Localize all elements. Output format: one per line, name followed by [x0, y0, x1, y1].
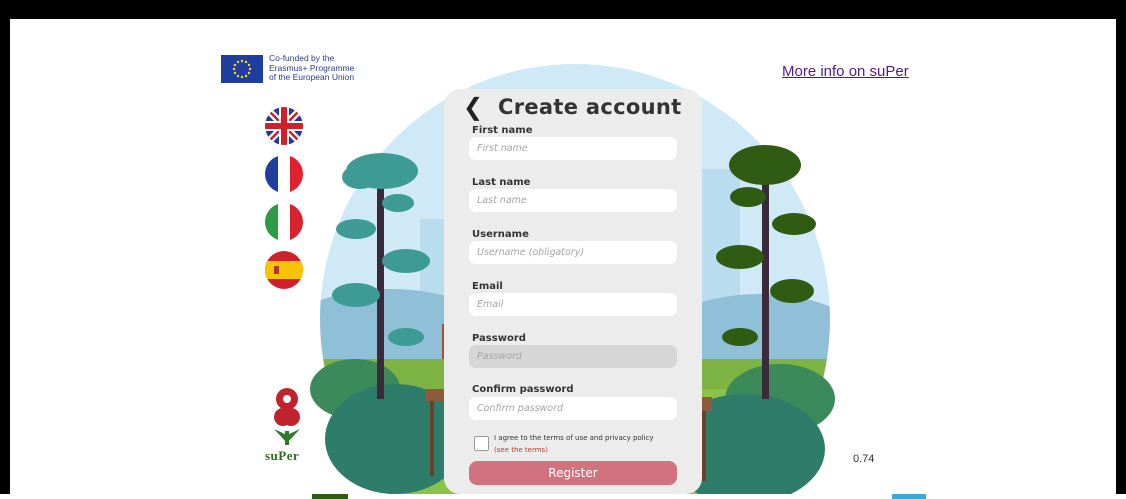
username-label: Username [472, 229, 529, 240]
password-label: Password [472, 333, 526, 344]
create-account-panel: ❮ Create account First name Last name Us… [444, 89, 702, 494]
bottom-strip [0, 494, 1126, 499]
eu-flag-icon [221, 55, 263, 83]
password-input[interactable] [469, 345, 677, 368]
bottom-block-fragment [892, 494, 926, 499]
app-stage: Co-funded by the Erasmus+ Programme of t… [10, 19, 1116, 494]
confirm-password-input[interactable] [469, 397, 677, 420]
back-chevron-icon[interactable]: ❮ [463, 95, 483, 119]
super-logo-text: suPer [265, 448, 300, 463]
page-title: Create account [498, 95, 682, 119]
terms-agree-text: I agree to the terms of use and privacy … [494, 434, 654, 442]
zoom-value: 0.74 [853, 453, 875, 465]
italian-flag-icon[interactable] [265, 203, 303, 241]
french-flag-icon[interactable] [265, 155, 303, 193]
email-label: Email [472, 281, 503, 292]
first-name-input[interactable] [469, 137, 677, 160]
english-flag-icon[interactable] [265, 107, 303, 145]
username-input[interactable] [469, 241, 677, 264]
bottom-tree-fragment [312, 494, 348, 499]
last-name-label: Last name [472, 177, 531, 188]
spanish-flag-icon[interactable] [265, 251, 303, 289]
more-info-link[interactable]: More info on suPer [782, 63, 909, 80]
see-terms-link[interactable]: (see the terms) [494, 446, 548, 454]
eu-cofunded-text: Co-funded by the Erasmus+ Programme of t… [269, 53, 355, 82]
first-name-label: First name [472, 125, 533, 136]
register-button[interactable]: Register [469, 461, 677, 485]
confirm-password-label: Confirm password [472, 384, 574, 395]
email-input[interactable] [469, 293, 677, 316]
terms-checkbox[interactable] [474, 436, 489, 451]
last-name-input[interactable] [469, 189, 677, 212]
